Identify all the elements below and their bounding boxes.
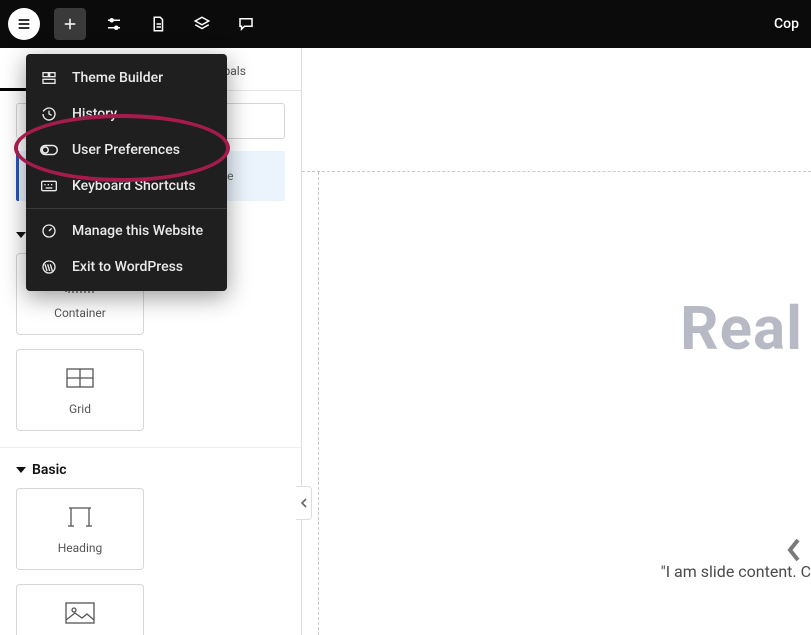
slider-prev-button[interactable]	[784, 536, 804, 568]
widget-image[interactable]: Image	[16, 584, 144, 635]
sliders-icon	[105, 15, 123, 33]
caret-down-icon	[16, 465, 26, 475]
chevron-left-icon	[300, 498, 308, 508]
history-icon	[40, 106, 58, 122]
settings-button[interactable]	[98, 8, 130, 40]
section-basic-toggle[interactable]: Basic	[0, 447, 301, 488]
keyboard-icon	[40, 180, 58, 192]
gauge-icon	[40, 223, 58, 239]
widget-container-label: Container	[54, 306, 106, 320]
menu-user-preferences[interactable]: User Preferences	[26, 132, 227, 168]
menu-separator	[26, 208, 227, 209]
menu-item-label: User Preferences	[72, 142, 180, 158]
main-dropdown-menu: Theme Builder History User Preferences K…	[26, 54, 227, 291]
layers-icon	[193, 15, 211, 33]
chevron-left-icon	[784, 536, 804, 564]
notes-button[interactable]	[230, 8, 262, 40]
widget-heading-label: Heading	[58, 541, 103, 555]
menu-keyboard-shortcuts[interactable]: Keyboard Shortcuts	[26, 168, 227, 204]
main-menu-button[interactable]	[8, 8, 40, 40]
hamburger-icon	[16, 16, 32, 32]
grid-icon	[66, 364, 94, 392]
menu-item-label: History	[72, 106, 117, 122]
menu-exit-wordpress[interactable]: Exit to WordPress	[26, 249, 227, 285]
structure-button[interactable]	[186, 8, 218, 40]
image-icon	[65, 599, 95, 627]
document-icon	[149, 15, 167, 33]
menu-manage-website[interactable]: Manage this Website	[26, 213, 227, 249]
caret-down-icon	[16, 230, 26, 240]
menu-item-label: Theme Builder	[72, 70, 163, 86]
menu-theme-builder[interactable]: Theme Builder	[26, 60, 227, 96]
widget-heading[interactable]: Heading	[16, 488, 144, 570]
menu-item-label: Keyboard Shortcuts	[72, 178, 196, 194]
theme-builder-icon	[40, 70, 58, 86]
slide-title-text: Real	[680, 293, 803, 364]
widget-grid[interactable]: Grid	[16, 349, 144, 431]
top-toolbar: Cop	[0, 0, 811, 48]
menu-history[interactable]: History	[26, 96, 227, 132]
document-button[interactable]	[142, 8, 174, 40]
widget-grid-label: Grid	[69, 402, 91, 416]
sidebar-collapse-handle[interactable]	[296, 486, 312, 520]
comment-icon	[237, 15, 255, 33]
heading-icon	[65, 503, 95, 531]
preferences-icon	[40, 144, 58, 156]
wordpress-icon	[40, 259, 58, 275]
menu-item-label: Exit to WordPress	[72, 259, 183, 275]
plus-icon	[61, 15, 79, 33]
section-basic-label: Basic	[32, 462, 67, 478]
menu-item-label: Manage this Website	[72, 223, 203, 239]
add-element-button[interactable]	[54, 8, 86, 40]
editor-canvas[interactable]: Real "I am slide content. C	[302, 48, 811, 635]
top-right-label: Cop	[774, 16, 803, 32]
